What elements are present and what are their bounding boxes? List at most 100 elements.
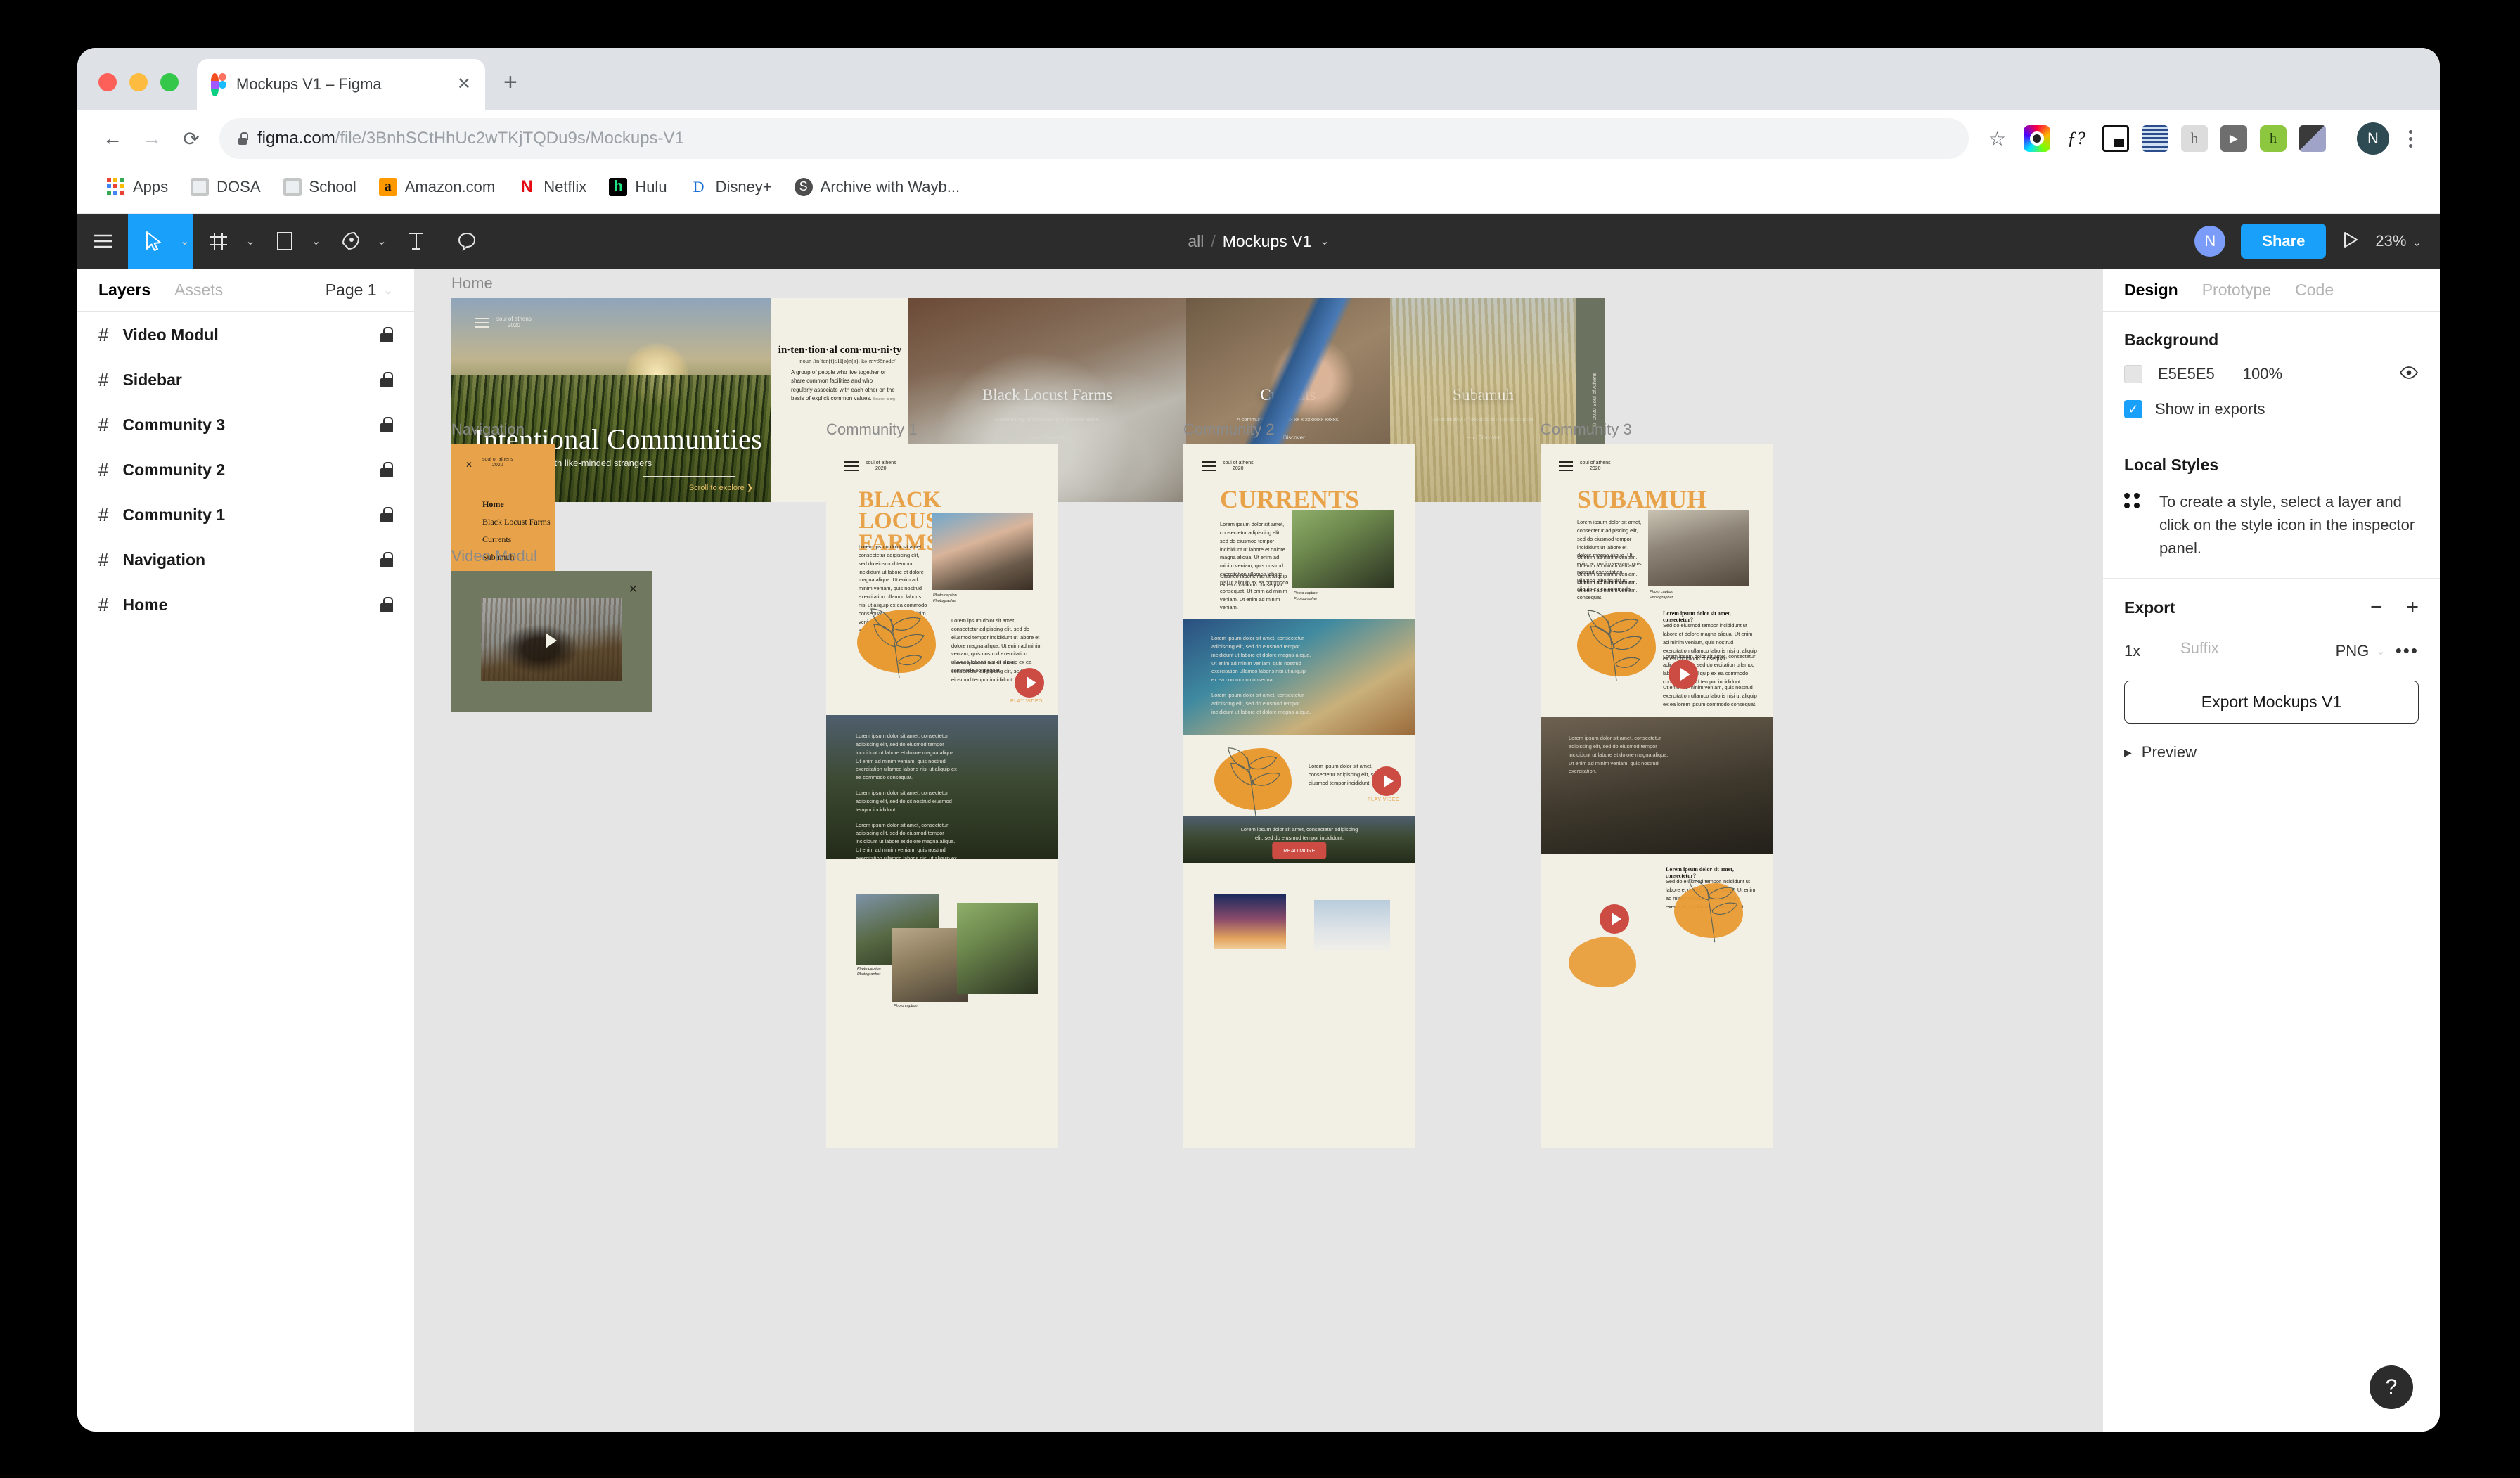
share-button[interactable]: Share [2241,224,2327,259]
frame-label-community-3[interactable]: Community 3 [1541,420,1632,439]
chevron-down-icon[interactable]: ⌄ [311,234,321,248]
play-triangle-icon[interactable] [546,633,557,649]
play-video-button[interactable] [1372,766,1401,796]
lock-icon[interactable] [380,327,393,342]
scroll-cta[interactable]: Scroll to explore ❯ [689,483,753,492]
play-arrow-icon[interactable]: ▶ [2220,125,2247,152]
layer-item-home[interactable]: # Home [77,582,414,627]
frame-label-video-modul[interactable]: Video Modul [451,547,537,565]
chevron-down-icon[interactable]: ⌄ [2412,237,2422,249]
browser-tab[interactable]: Mockups V1 – Figma ✕ [197,59,485,110]
eyedropper-icon[interactable] [2299,125,2326,152]
tab-design[interactable]: Design [2124,281,2178,300]
present-icon[interactable] [2341,231,2360,252]
bookmark-star-icon[interactable]: ☆ [1977,127,2017,150]
tab-layers[interactable]: Layers [98,281,150,300]
f-question-icon[interactable]: ƒ? [2063,125,2090,152]
file-name[interactable]: Mockups V1 [1223,232,1312,251]
scribble-icon[interactable] [2142,125,2168,152]
frame-tool[interactable]: ⌄ [193,214,259,269]
help-button[interactable]: ? [2370,1365,2413,1409]
close-icon[interactable]: ✕ [629,582,638,596]
main-menu-icon[interactable] [77,214,128,269]
layer-item-video-modul[interactable]: # Video Modul [77,312,414,357]
move-tool[interactable]: ⌄ [128,214,194,269]
nav-item-black-locust-farms[interactable]: Black Locust Farms [482,517,551,527]
page-nav[interactable]: soul of athens 2020 [1559,458,1611,474]
tab-prototype[interactable]: Prototype [2202,281,2271,300]
frame-label-home[interactable]: Home [451,274,493,293]
color-wheel-icon[interactable] [2024,125,2050,152]
video-thumbnail[interactable] [481,598,622,681]
layer-item-navigation[interactable]: # Navigation [77,537,414,582]
frame-community-1[interactable]: soul of athens 2020 BLACK LOCUST FARMS Lo… [826,444,1058,1148]
cursor-icon[interactable] [128,214,179,269]
lock-icon[interactable] [380,597,393,612]
read-more-button[interactable]: READ MORE [1272,842,1327,859]
show-in-exports-checkbox[interactable]: ✓ [2124,400,2142,418]
nav-item-home[interactable]: Home [482,499,551,510]
hamburger-icon[interactable] [844,458,859,474]
export-button[interactable]: Export Mockups V1 [2124,681,2419,724]
layer-item-community-1[interactable]: # Community 1 [77,492,414,537]
chevron-down-icon[interactable]: ⌄ [377,234,386,248]
frame-community-2[interactable]: soul of athens 2020 CURRENTS Lorem ipsum … [1183,444,1415,1148]
close-tab-icon[interactable]: ✕ [457,76,471,93]
lock-icon[interactable] [380,507,393,522]
play-video-button[interactable] [1669,660,1698,689]
bookmark-hulu[interactable]: h Hulu [600,174,675,200]
tab-code[interactable]: Code [2295,281,2334,300]
browser-profile-avatar[interactable]: N [2357,122,2389,155]
comment-tool[interactable] [442,214,492,269]
maximize-window-button[interactable] [160,73,179,91]
shape-tool[interactable]: ⌄ [259,214,325,269]
forward-button[interactable]: → [132,119,172,158]
page-nav[interactable]: soul of athens 2020 [1202,458,1254,474]
picture-in-picture-icon[interactable] [2102,125,2129,152]
add-export-button[interactable]: + [2406,597,2419,618]
tab-assets[interactable]: Assets [174,281,223,300]
breadcrumb-project[interactable]: all [1188,232,1204,251]
hamburger-icon[interactable] [1202,458,1216,474]
url-input[interactable]: figma.com/file/3BnhSCtHhUc2wTKjTQDu9s/Mo… [219,118,1969,159]
user-avatar[interactable]: N [2194,226,2226,257]
chevron-down-icon[interactable]: ⌄ [180,234,189,248]
frame-label-navigation[interactable]: Navigation [451,420,525,439]
page-selector[interactable]: Page 1 ⌄ [326,281,393,300]
honey-h-icon[interactable]: h [2181,125,2208,152]
bookmark-school[interactable]: School [275,174,365,200]
minimize-window-button[interactable] [129,73,148,91]
layer-item-community-2[interactable]: # Community 2 [77,447,414,492]
lock-icon[interactable] [380,372,393,387]
rectangle-icon[interactable] [259,214,310,269]
layer-item-community-3[interactable]: # Community 3 [77,402,414,447]
page-nav[interactable]: soul of athens 2020 [844,458,896,474]
background-opacity[interactable]: 100% [2243,365,2282,383]
back-button[interactable]: ← [93,119,132,158]
background-hex[interactable]: E5E5E5 [2158,365,2215,383]
pen-tool[interactable]: ⌄ [325,214,390,269]
visibility-eye-icon[interactable] [2399,366,2419,383]
nav-logo[interactable]: soul of athens 2020 [482,457,513,468]
bookmark-amazon[interactable]: a Amazon.com [371,174,503,200]
hypothesis-icon[interactable]: h [2260,125,2287,152]
color-swatch[interactable] [2124,365,2142,383]
reload-button[interactable]: ⟳ [172,119,211,158]
lock-icon[interactable] [380,552,393,567]
pen-icon[interactable] [325,214,375,269]
bookmark-apps[interactable]: Apps [98,174,176,200]
frame-label-community-2[interactable]: Community 2 [1183,420,1275,439]
bookmark-disney[interactable]: D Disney+ [681,174,780,200]
preview-toggle[interactable]: ▶ Preview [2124,743,2419,762]
site-logo[interactable]: soul of athens 2020 [475,315,532,330]
chevron-down-icon[interactable]: ⌄ [245,234,255,248]
layer-item-sidebar[interactable]: # Sidebar [77,357,414,402]
export-suffix-input[interactable]: Suffix [2180,639,2279,662]
bookmark-netflix[interactable]: N Netflix [509,174,595,200]
close-icon[interactable]: ✕ [465,460,472,470]
hamburger-icon[interactable] [475,315,489,330]
frame-video-modul[interactable]: ✕ [451,571,652,712]
browser-menu-icon[interactable] [2396,129,2424,148]
close-window-button[interactable] [98,73,117,91]
frame-icon[interactable] [193,214,244,269]
